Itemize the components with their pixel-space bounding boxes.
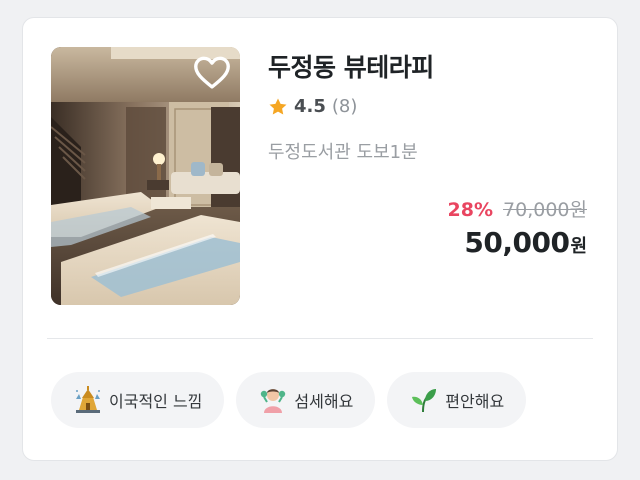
massage-person-icon <box>261 389 286 413</box>
discount-rate: 28% <box>447 199 494 221</box>
tag-chip[interactable]: 이국적인 느낌 <box>51 372 225 428</box>
tag-label: 편안해요 <box>445 392 505 411</box>
divider <box>47 338 593 339</box>
location-text: 두정도서관 도보1분 <box>268 142 418 163</box>
original-price: 70,000원 <box>503 199 587 221</box>
listing-title[interactable]: 두정동 뷰테라피 <box>268 48 434 84</box>
star-icon <box>269 98 287 114</box>
tag-chip[interactable]: 편안해요 <box>387 372 527 428</box>
rating-score: 4.5 <box>294 96 326 117</box>
tag-label: 이국적인 느낌 <box>109 392 203 411</box>
listing-card[interactable]: 두정동 뷰테라피 4.5 (8) 두정도서관 도보1분 28% 70,000원 … <box>22 17 618 461</box>
tag-list: 이국적인 느낌 섬세해요 편안해요 <box>51 372 527 428</box>
price-discount-row: 28% 70,000원 <box>448 195 587 222</box>
heart-outline-icon[interactable] <box>193 56 231 90</box>
sale-price: 50,000 원 <box>464 226 587 259</box>
rating: 4.5 (8) <box>268 96 357 117</box>
review-count: (8) <box>331 96 358 117</box>
tag-chip[interactable]: 섬세해요 <box>236 372 376 428</box>
sale-price-unit: 원 <box>570 236 587 257</box>
leaf-icon <box>412 389 437 413</box>
temple-icon <box>76 386 100 413</box>
tag-label: 섬세해요 <box>294 392 354 411</box>
sale-price-amount: 50,000 <box>464 226 570 259</box>
